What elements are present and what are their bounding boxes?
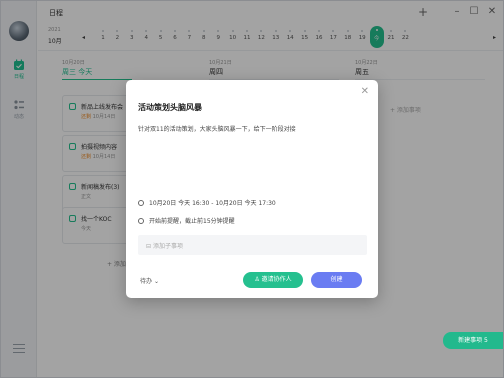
person-icon: ♙ [254, 276, 260, 283]
dialog-title[interactable]: 活动策划头脑风暴 [138, 102, 202, 113]
clock-icon [138, 200, 144, 206]
time-text: 10月20日 今天 16:30 - 10月20日 今天 17:30 [149, 200, 276, 207]
chevron-down-icon: ⌄ [153, 278, 159, 285]
time-row[interactable]: 10月20日 今天 16:30 - 10月20日 今天 17:30 [138, 198, 276, 207]
new-item-button[interactable]: 新建事项 5 [443, 332, 503, 349]
close-icon[interactable]: ✕ [361, 86, 369, 97]
create-button[interactable]: 创建 [311, 272, 362, 288]
subtask-input[interactable]: ⊟ 添加子事项 [138, 235, 367, 255]
invite-collaborator-button[interactable]: ♙ 邀请协作人 [243, 272, 303, 288]
subtask-placeholder: ⊟ 添加子事项 [146, 243, 183, 250]
create-event-dialog: ✕ 活动策划头脑风暴 针对双11的活动策划，大家头脑风暴一下，给下一阶段对接 1… [126, 80, 378, 298]
reminder-row[interactable]: 开始前提醒，截止前15分钟提醒 [138, 216, 235, 225]
bell-icon [138, 218, 144, 224]
status-dropdown[interactable]: 待办 ⌄ [140, 276, 159, 285]
dialog-description[interactable]: 针对双11的活动策划，大家头脑风暴一下，给下一阶段对接 [138, 124, 296, 133]
reminder-text: 开始前提醒，截止前15分钟提醒 [149, 218, 235, 225]
